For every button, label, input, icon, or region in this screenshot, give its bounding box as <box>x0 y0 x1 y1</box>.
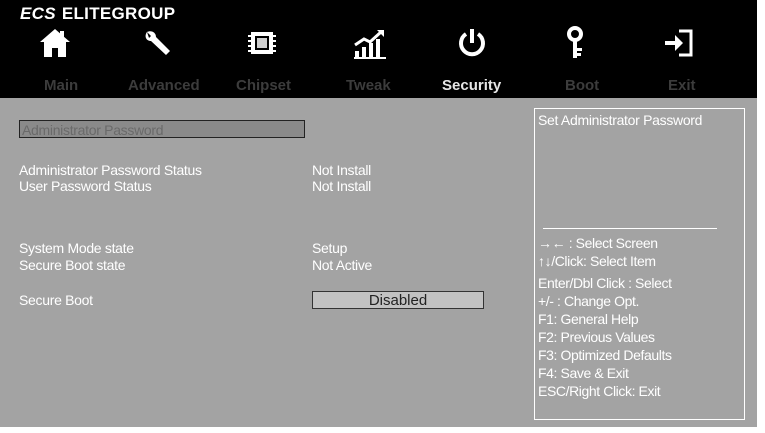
help-line-optimized-defaults: F3: Optimized Defaults <box>538 347 672 363</box>
tab-security[interactable]: Security <box>442 77 501 94</box>
brand-logo: ECS <box>20 4 56 23</box>
tab-advanced[interactable]: Advanced <box>128 77 200 94</box>
administrator-password-field[interactable]: Administrator Password <box>19 120 305 138</box>
tab-main[interactable]: Main <box>44 77 78 94</box>
help-divider <box>543 228 717 229</box>
tab-boot[interactable]: Boot <box>565 77 599 94</box>
brand: ECS ELITEGROUP <box>20 4 175 24</box>
user-password-status-label: User Password Status <box>19 178 152 194</box>
chip-icon[interactable] <box>242 24 282 62</box>
admin-password-status-label: Administrator Password Status <box>19 162 202 178</box>
help-line-select-item: ↑↓/Click: Select Item <box>538 253 656 269</box>
help-title: Set Administrator Password <box>538 112 703 128</box>
wrench-icon[interactable] <box>138 24 178 62</box>
help-line-change-opt: +/- : Change Opt. <box>538 293 639 309</box>
help-line-select-screen: →← : Select Screen <box>538 235 658 251</box>
secure-boot-select[interactable]: Disabled <box>312 291 484 309</box>
home-icon[interactable] <box>35 24 75 62</box>
tab-tweak[interactable]: Tweak <box>346 77 391 94</box>
system-mode-state-value: Setup <box>312 240 348 256</box>
help-line-previous-values: F2: Previous Values <box>538 329 655 345</box>
key-icon[interactable] <box>555 24 595 62</box>
system-mode-state-label: System Mode state <box>19 240 134 256</box>
bios-window: ECS ELITEGROUP Main Advanced Chipset Twe… <box>0 0 757 427</box>
power-icon[interactable] <box>452 24 492 62</box>
help-panel: Set Administrator Password →← : Select S… <box>534 108 745 420</box>
secure-boot-state-value: Not Active <box>312 257 373 273</box>
secure-boot-state-label: Secure Boot state <box>19 257 126 273</box>
performance-chart-icon[interactable] <box>350 24 390 62</box>
help-line-exit: ESC/Right Click: Exit <box>538 383 661 399</box>
admin-password-status-value: Not Install <box>312 162 371 178</box>
help-line-general-help: F1: General Help <box>538 311 639 327</box>
secure-boot-label: Secure Boot <box>19 292 93 308</box>
tab-chipset[interactable]: Chipset <box>236 77 291 94</box>
user-password-status-value: Not Install <box>312 178 371 194</box>
help-line-select: Enter/Dbl Click : Select <box>538 275 672 291</box>
exit-icon[interactable] <box>658 24 698 62</box>
help-line-save-exit: F4: Save & Exit <box>538 365 629 381</box>
top-bar: ECS ELITEGROUP Main Advanced Chipset Twe… <box>0 0 757 98</box>
tab-exit[interactable]: Exit <box>668 77 696 94</box>
brand-name: ELITEGROUP <box>61 4 176 23</box>
